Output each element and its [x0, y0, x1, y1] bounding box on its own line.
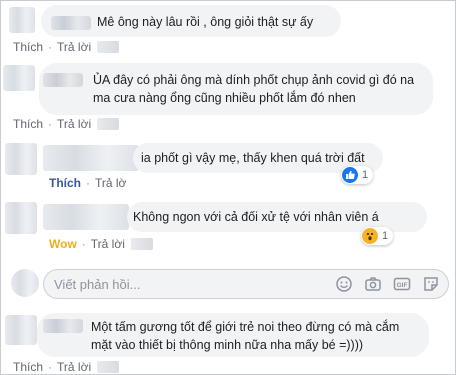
timestamp[interactable] — [130, 238, 153, 250]
separator-dot: · — [48, 117, 53, 131]
like-link[interactable]: Thích — [13, 117, 43, 131]
comment-bubble: ỦA đây có phải ông mà dính phốt chụp ảnh… — [39, 63, 433, 115]
timestamp[interactable] — [97, 361, 120, 373]
separator-dot: · — [81, 237, 86, 251]
wow-face-icon — [362, 228, 378, 244]
avatar — [11, 269, 39, 297]
avatar[interactable] — [9, 7, 35, 33]
reply-link[interactable]: Trả lờ — [95, 176, 126, 190]
separator-dot: · — [48, 40, 53, 54]
like-link[interactable]: Thích — [13, 360, 43, 374]
comment-actions: Thích · Trả lời — [13, 360, 120, 374]
reaction-number: 1 — [382, 230, 389, 242]
comment-actions: Wow · Trả lời — [49, 237, 153, 251]
comment-thread: Mê ông này lâu rồi , ông giỏi thật sự ấy… — [0, 0, 456, 375]
comment-text: Mê ông này lâu rồi , ông giỏi thật sự ấy — [97, 15, 314, 29]
comment-bubble: Mê ông này lâu rồi , ông giỏi thật sự ấy — [41, 5, 341, 37]
timestamp[interactable] — [97, 118, 120, 130]
avatar[interactable] — [5, 202, 37, 234]
reply-link[interactable]: Trả lời — [57, 360, 91, 374]
reply-link[interactable]: Trả lời — [57, 40, 91, 54]
comment-actions: Thích · Trả lờ — [49, 176, 126, 190]
like-link[interactable]: Thích — [49, 176, 81, 190]
avatar[interactable] — [5, 143, 37, 175]
sticker-icon[interactable] — [422, 275, 440, 293]
author-name[interactable] — [43, 204, 129, 230]
comment-actions: Thích · Trả lời — [13, 40, 120, 54]
comment-text: ia phốt gì vậy mẹ, thấy khen quá trời đấ… — [141, 151, 365, 165]
reply-link[interactable]: Trả lời — [57, 117, 91, 131]
comment-text: Không ngon với cả đối xử tệ với nhân viê… — [133, 210, 379, 224]
reply-input[interactable]: Viết phản hồi... GIF — [43, 269, 449, 299]
comment-bubble: Một tấm gương tốt để giới trẻ noi theo đ… — [37, 313, 429, 357]
wow-link[interactable]: Wow — [49, 237, 77, 251]
reply-link[interactable]: Trả lời — [91, 237, 125, 251]
comment-text: Một tấm gương tốt để giới trẻ noi theo đ… — [91, 320, 400, 352]
camera-icon[interactable] — [364, 275, 382, 293]
like-link[interactable]: Thích — [13, 40, 43, 54]
separator-dot: · — [48, 360, 53, 374]
author-name[interactable] — [43, 145, 139, 171]
reaction-count[interactable]: 1 — [341, 166, 374, 184]
reply-placeholder: Viết phản hồi... — [54, 277, 141, 292]
comment-actions: Thích · Trả lời — [13, 117, 120, 131]
author-name[interactable] — [51, 15, 91, 30]
reaction-number: 1 — [362, 169, 369, 181]
reply-tools: GIF — [335, 275, 440, 293]
timestamp[interactable] — [97, 41, 120, 53]
avatar[interactable] — [5, 315, 37, 345]
thumbs-up-icon — [342, 167, 358, 183]
emoji-icon[interactable] — [335, 275, 353, 293]
author-name[interactable] — [43, 319, 83, 333]
comment-text: ỦA đây có phải ông mà dính phốt chụp ảnh… — [93, 73, 415, 105]
author-name[interactable] — [43, 73, 83, 87]
reaction-count[interactable]: 1 — [361, 227, 394, 245]
gif-icon[interactable]: GIF — [393, 275, 411, 293]
svg-text:GIF: GIF — [397, 282, 408, 289]
separator-dot: · — [86, 176, 90, 190]
